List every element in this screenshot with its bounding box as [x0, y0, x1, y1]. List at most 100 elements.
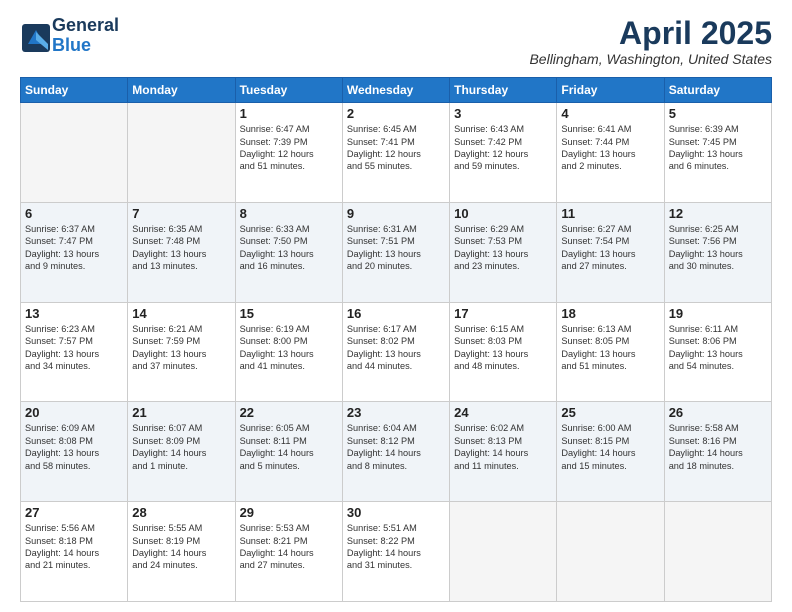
table-row: 4 Sunrise: 6:41 AM Sunset: 7:44 PM Daylig… — [557, 103, 664, 203]
calendar-week-row: 27 Sunrise: 5:56 AM Sunset: 8:18 PM Dayli… — [21, 502, 772, 602]
day-info: Sunrise: 6:39 AM Sunset: 7:45 PM Dayligh… — [669, 123, 767, 173]
day-number: 8 — [240, 206, 338, 221]
table-row: 6 Sunrise: 6:37 AM Sunset: 7:47 PM Daylig… — [21, 202, 128, 302]
day-number: 14 — [132, 306, 230, 321]
day-number: 4 — [561, 106, 659, 121]
day-number: 2 — [347, 106, 445, 121]
day-number: 18 — [561, 306, 659, 321]
table-row: 17 Sunrise: 6:15 AM Sunset: 8:03 PM Dayli… — [450, 302, 557, 402]
day-number: 12 — [669, 206, 767, 221]
day-info: Sunrise: 6:41 AM Sunset: 7:44 PM Dayligh… — [561, 123, 659, 173]
day-number: 25 — [561, 405, 659, 420]
table-row: 30 Sunrise: 5:51 AM Sunset: 8:22 PM Dayli… — [342, 502, 449, 602]
table-row: 1Sunrise: 6:47 AM Sunset: 7:39 PM Daylig… — [235, 103, 342, 203]
day-info: Sunrise: 6:25 AM Sunset: 7:56 PM Dayligh… — [669, 223, 767, 273]
table-row: 24 Sunrise: 6:02 AM Sunset: 8:13 PM Dayli… — [450, 402, 557, 502]
day-number: 29 — [240, 505, 338, 520]
day-number: 30 — [347, 505, 445, 520]
table-row: 12 Sunrise: 6:25 AM Sunset: 7:56 PM Dayli… — [664, 202, 771, 302]
logo-icon — [20, 22, 48, 50]
table-row: 2 Sunrise: 6:45 AM Sunset: 7:41 PM Daylig… — [342, 103, 449, 203]
day-info: Sunrise: 6:07 AM Sunset: 8:09 PM Dayligh… — [132, 422, 230, 472]
table-row: 18 Sunrise: 6:13 AM Sunset: 8:05 PM Dayli… — [557, 302, 664, 402]
day-number: 28 — [132, 505, 230, 520]
table-row: 19 Sunrise: 6:11 AM Sunset: 8:06 PM Dayli… — [664, 302, 771, 402]
month-title: April 2025 — [529, 16, 772, 51]
day-info: Sunrise: 5:51 AM Sunset: 8:22 PM Dayligh… — [347, 522, 445, 572]
day-number: 15 — [240, 306, 338, 321]
col-monday: Monday — [128, 78, 235, 103]
table-row: 13 Sunrise: 6:23 AM Sunset: 7:57 PM Dayli… — [21, 302, 128, 402]
table-row: 22Sunrise: 6:05 AM Sunset: 8:11 PM Dayli… — [235, 402, 342, 502]
table-row: 10 Sunrise: 6:29 AM Sunset: 7:53 PM Dayli… — [450, 202, 557, 302]
col-tuesday: Tuesday — [235, 78, 342, 103]
day-number: 26 — [669, 405, 767, 420]
calendar-header-row: Sunday Monday Tuesday Wednesday Thursday… — [21, 78, 772, 103]
day-info: Sunrise: 6:35 AM Sunset: 7:48 PM Dayligh… — [132, 223, 230, 273]
table-row: 26 Sunrise: 5:58 AM Sunset: 8:16 PM Dayli… — [664, 402, 771, 502]
day-info: Sunrise: 5:56 AM Sunset: 8:18 PM Dayligh… — [25, 522, 123, 572]
table-row — [664, 502, 771, 602]
day-number: 16 — [347, 306, 445, 321]
header: General Blue April 2025 Bellingham, Wash… — [20, 16, 772, 67]
day-number: 24 — [454, 405, 552, 420]
day-info: Sunrise: 6:09 AM Sunset: 8:08 PM Dayligh… — [25, 422, 123, 472]
calendar-week-row: 20 Sunrise: 6:09 AM Sunset: 8:08 PM Dayli… — [21, 402, 772, 502]
day-info: Sunrise: 6:04 AM Sunset: 8:12 PM Dayligh… — [347, 422, 445, 472]
table-row: 23Sunrise: 6:04 AM Sunset: 8:12 PM Dayli… — [342, 402, 449, 502]
day-number: 1 — [240, 106, 338, 121]
day-info: Sunrise: 6:29 AM Sunset: 7:53 PM Dayligh… — [454, 223, 552, 273]
day-number: 17 — [454, 306, 552, 321]
day-info: Sunrise: 6:05 AM Sunset: 8:11 PM Dayligh… — [240, 422, 338, 472]
day-number: 7 — [132, 206, 230, 221]
location: Bellingham, Washington, United States — [529, 51, 772, 67]
calendar-table: Sunday Monday Tuesday Wednesday Thursday… — [20, 77, 772, 602]
day-number: 10 — [454, 206, 552, 221]
day-number: 9 — [347, 206, 445, 221]
table-row: 14Sunrise: 6:21 AM Sunset: 7:59 PM Dayli… — [128, 302, 235, 402]
table-row: 21 Sunrise: 6:07 AM Sunset: 8:09 PM Dayli… — [128, 402, 235, 502]
day-info: Sunrise: 6:13 AM Sunset: 8:05 PM Dayligh… — [561, 323, 659, 373]
table-row: 8Sunrise: 6:33 AM Sunset: 7:50 PM Daylig… — [235, 202, 342, 302]
day-number: 20 — [25, 405, 123, 420]
day-info: Sunrise: 6:27 AM Sunset: 7:54 PM Dayligh… — [561, 223, 659, 273]
day-number: 13 — [25, 306, 123, 321]
logo-text: General Blue — [52, 16, 119, 56]
table-row: 7 Sunrise: 6:35 AM Sunset: 7:48 PM Daylig… — [128, 202, 235, 302]
day-info: Sunrise: 6:15 AM Sunset: 8:03 PM Dayligh… — [454, 323, 552, 373]
table-row: 20 Sunrise: 6:09 AM Sunset: 8:08 PM Dayli… — [21, 402, 128, 502]
table-row — [21, 103, 128, 203]
table-row: 15 Sunrise: 6:19 AM Sunset: 8:00 PM Dayli… — [235, 302, 342, 402]
calendar-week-row: 6 Sunrise: 6:37 AM Sunset: 7:47 PM Daylig… — [21, 202, 772, 302]
table-row: 28 Sunrise: 5:55 AM Sunset: 8:19 PM Dayli… — [128, 502, 235, 602]
col-friday: Friday — [557, 78, 664, 103]
day-info: Sunrise: 6:00 AM Sunset: 8:15 PM Dayligh… — [561, 422, 659, 472]
day-info: Sunrise: 6:02 AM Sunset: 8:13 PM Dayligh… — [454, 422, 552, 472]
header-right: April 2025 Bellingham, Washington, Unite… — [529, 16, 772, 67]
table-row: 25 Sunrise: 6:00 AM Sunset: 8:15 PM Dayli… — [557, 402, 664, 502]
table-row: 27 Sunrise: 5:56 AM Sunset: 8:18 PM Dayli… — [21, 502, 128, 602]
day-number: 21 — [132, 405, 230, 420]
table-row: 16 Sunrise: 6:17 AM Sunset: 8:02 PM Dayli… — [342, 302, 449, 402]
day-info: Sunrise: 6:45 AM Sunset: 7:41 PM Dayligh… — [347, 123, 445, 173]
day-info: Sunrise: 6:31 AM Sunset: 7:51 PM Dayligh… — [347, 223, 445, 273]
table-row: 29Sunrise: 5:53 AM Sunset: 8:21 PM Dayli… — [235, 502, 342, 602]
day-info: Sunrise: 6:17 AM Sunset: 8:02 PM Dayligh… — [347, 323, 445, 373]
table-row: 5Sunrise: 6:39 AM Sunset: 7:45 PM Daylig… — [664, 103, 771, 203]
table-row: 9 Sunrise: 6:31 AM Sunset: 7:51 PM Daylig… — [342, 202, 449, 302]
day-info: Sunrise: 5:58 AM Sunset: 8:16 PM Dayligh… — [669, 422, 767, 472]
table-row: 3Sunrise: 6:43 AM Sunset: 7:42 PM Daylig… — [450, 103, 557, 203]
day-info: Sunrise: 5:55 AM Sunset: 8:19 PM Dayligh… — [132, 522, 230, 572]
day-number: 6 — [25, 206, 123, 221]
day-number: 27 — [25, 505, 123, 520]
table-row: 11 Sunrise: 6:27 AM Sunset: 7:54 PM Dayli… — [557, 202, 664, 302]
calendar-week-row: 1Sunrise: 6:47 AM Sunset: 7:39 PM Daylig… — [21, 103, 772, 203]
day-number: 11 — [561, 206, 659, 221]
day-info: Sunrise: 6:37 AM Sunset: 7:47 PM Dayligh… — [25, 223, 123, 273]
day-number: 19 — [669, 306, 767, 321]
day-info: Sunrise: 6:19 AM Sunset: 8:00 PM Dayligh… — [240, 323, 338, 373]
table-row — [128, 103, 235, 203]
day-info: Sunrise: 6:11 AM Sunset: 8:06 PM Dayligh… — [669, 323, 767, 373]
day-info: Sunrise: 6:23 AM Sunset: 7:57 PM Dayligh… — [25, 323, 123, 373]
page: General Blue April 2025 Bellingham, Wash… — [0, 0, 792, 612]
